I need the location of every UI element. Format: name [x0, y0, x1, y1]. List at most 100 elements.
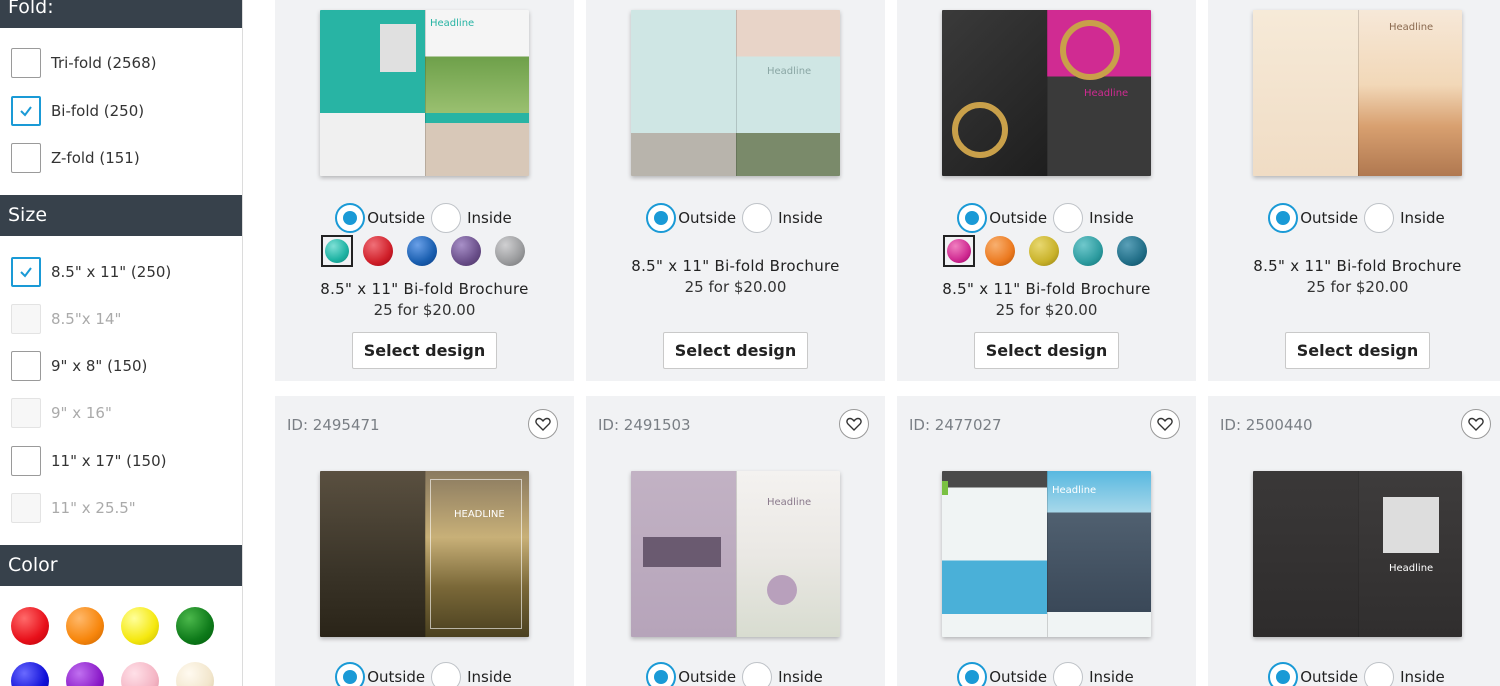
size-option-11x17[interactable]: 11" x 17" (150) [11, 445, 167, 477]
radio-inside[interactable] [742, 662, 773, 686]
favorite-button[interactable] [839, 409, 869, 439]
color-swatch-pink[interactable] [121, 662, 159, 686]
view-toggle: Outside Inside [586, 662, 885, 686]
color-option-red[interactable] [362, 236, 393, 266]
color-swatch-purple[interactable] [66, 662, 104, 686]
checkmark-icon [20, 267, 32, 278]
product-id: ID: 2477027 [909, 416, 1002, 434]
radio-outside[interactable] [335, 203, 366, 233]
color-swatch-green[interactable] [176, 607, 214, 645]
brochure-thumbnail[interactable]: Headline [320, 10, 529, 176]
favorite-button[interactable] [1461, 409, 1491, 439]
view-toggle: Outside Inside [897, 203, 1196, 233]
favorite-button[interactable] [528, 409, 558, 439]
checkmark-icon [20, 106, 32, 117]
product-card: ID: 2500440 Headline Outside Inside [1208, 396, 1500, 686]
product-price: 25 for $20.00 [1306, 278, 1409, 296]
color-option-dark-teal[interactable] [1116, 236, 1147, 266]
color-swatch-yellow[interactable] [121, 607, 159, 645]
color-option-purple[interactable] [450, 236, 481, 266]
color-option-gray[interactable] [494, 236, 525, 266]
radio-outside[interactable] [646, 203, 677, 233]
brochure-thumbnail[interactable]: Headline [1253, 10, 1462, 176]
inside-label: Inside [778, 668, 823, 686]
product-card: ID: 2495471 HEADLINE Outside Inside [275, 396, 574, 686]
brochure-thumbnail[interactable]: Headline [1253, 471, 1462, 637]
checkbox[interactable] [11, 351, 41, 381]
outside-label: Outside [367, 209, 426, 227]
inside-label: Inside [1400, 209, 1445, 227]
thumbnail-headline: Headline [767, 66, 812, 77]
option-label: 9" x 16" [51, 404, 112, 422]
checkbox[interactable] [11, 48, 41, 78]
product-grid: Headline Outside Inside 8.5" x 11" Bi-fo… [243, 0, 1500, 686]
product-id: ID: 2491503 [598, 416, 691, 434]
select-design-button[interactable]: Select design [663, 332, 808, 369]
radio-outside[interactable] [957, 662, 988, 686]
color-swatch-blue[interactable] [11, 662, 49, 686]
brochure-thumbnail[interactable]: Headline [942, 471, 1151, 637]
product-title: 8.5" x 11" Bi-fold Brochure [942, 280, 1151, 298]
product-title: 8.5" x 11" Bi-fold Brochure [1253, 257, 1462, 275]
radio-inside[interactable] [431, 662, 462, 686]
brochure-thumbnail[interactable]: Headline [631, 471, 840, 637]
radio-inside[interactable] [742, 203, 773, 233]
product-card: Headline Outside Inside 8.5" x 11" Bi-fo… [1208, 0, 1500, 381]
radio-outside[interactable] [1268, 662, 1299, 686]
radio-outside[interactable] [957, 203, 988, 233]
product-id: ID: 2500440 [1220, 416, 1313, 434]
heart-icon [1157, 417, 1173, 431]
option-label: 11" x 25.5" [51, 499, 136, 517]
inside-label: Inside [778, 209, 823, 227]
color-swatch-orange[interactable] [66, 607, 104, 645]
option-label: Tri-fold (2568) [51, 54, 157, 72]
color-option-orange[interactable] [984, 236, 1015, 266]
radio-inside[interactable] [1053, 662, 1084, 686]
favorite-button[interactable] [1150, 409, 1180, 439]
checkbox-checked[interactable] [11, 257, 41, 287]
inside-label: Inside [1089, 668, 1134, 686]
color-option-blue[interactable] [406, 236, 437, 266]
color-option-selected[interactable] [320, 235, 353, 267]
color-swatch-red[interactable] [11, 607, 49, 645]
radio-inside[interactable] [431, 203, 462, 233]
checkbox[interactable] [11, 446, 41, 476]
select-design-button[interactable]: Select design [352, 332, 497, 369]
option-label: 11" x 17" (150) [51, 452, 167, 470]
fold-option-tri-fold[interactable]: Tri-fold (2568) [11, 47, 157, 79]
checkbox[interactable] [11, 143, 41, 173]
radio-outside[interactable] [1268, 203, 1299, 233]
size-option-9x8[interactable]: 9" x 8" (150) [11, 350, 147, 382]
option-label: Z-fold (151) [51, 149, 140, 167]
size-option-8-5x11[interactable]: 8.5" x 11" (250) [11, 256, 171, 288]
product-title: 8.5" x 11" Bi-fold Brochure [320, 280, 529, 298]
color-option-olive[interactable] [1028, 236, 1059, 266]
option-label: 8.5" x 11" (250) [51, 263, 172, 281]
outside-label: Outside [989, 209, 1048, 227]
fold-option-bi-fold[interactable]: Bi-fold (250) [11, 95, 144, 127]
view-toggle: Outside Inside [586, 203, 885, 233]
color-option-selected[interactable] [942, 235, 975, 267]
radio-inside[interactable] [1364, 203, 1395, 233]
select-design-button[interactable]: Select design [974, 332, 1119, 369]
brochure-thumbnail[interactable]: Headline [942, 10, 1151, 176]
radio-inside[interactable] [1364, 662, 1395, 686]
color-option-teal[interactable] [1072, 236, 1103, 266]
brochure-thumbnail[interactable]: Headline [631, 10, 840, 176]
select-design-button[interactable]: Select design [1285, 332, 1430, 369]
outside-label: Outside [1300, 668, 1359, 686]
brochure-thumbnail[interactable]: HEADLINE [320, 471, 529, 637]
outside-label: Outside [1300, 209, 1359, 227]
fold-option-z-fold[interactable]: Z-fold (151) [11, 142, 140, 174]
thumbnail-headline: Headline [767, 497, 812, 508]
inside-label: Inside [1400, 668, 1445, 686]
view-toggle: Outside Inside [1208, 662, 1500, 686]
option-label: 9" x 8" (150) [51, 357, 148, 375]
radio-outside[interactable] [646, 662, 677, 686]
checkbox-checked[interactable] [11, 96, 41, 126]
product-card: Headline Outside Inside 8.5" x 11" Bi-fo… [897, 0, 1196, 381]
radio-outside[interactable] [335, 662, 366, 686]
color-swatch-cream[interactable] [176, 662, 214, 686]
radio-inside[interactable] [1053, 203, 1084, 233]
product-card: ID: 2477027 Headline Outside Inside [897, 396, 1196, 686]
